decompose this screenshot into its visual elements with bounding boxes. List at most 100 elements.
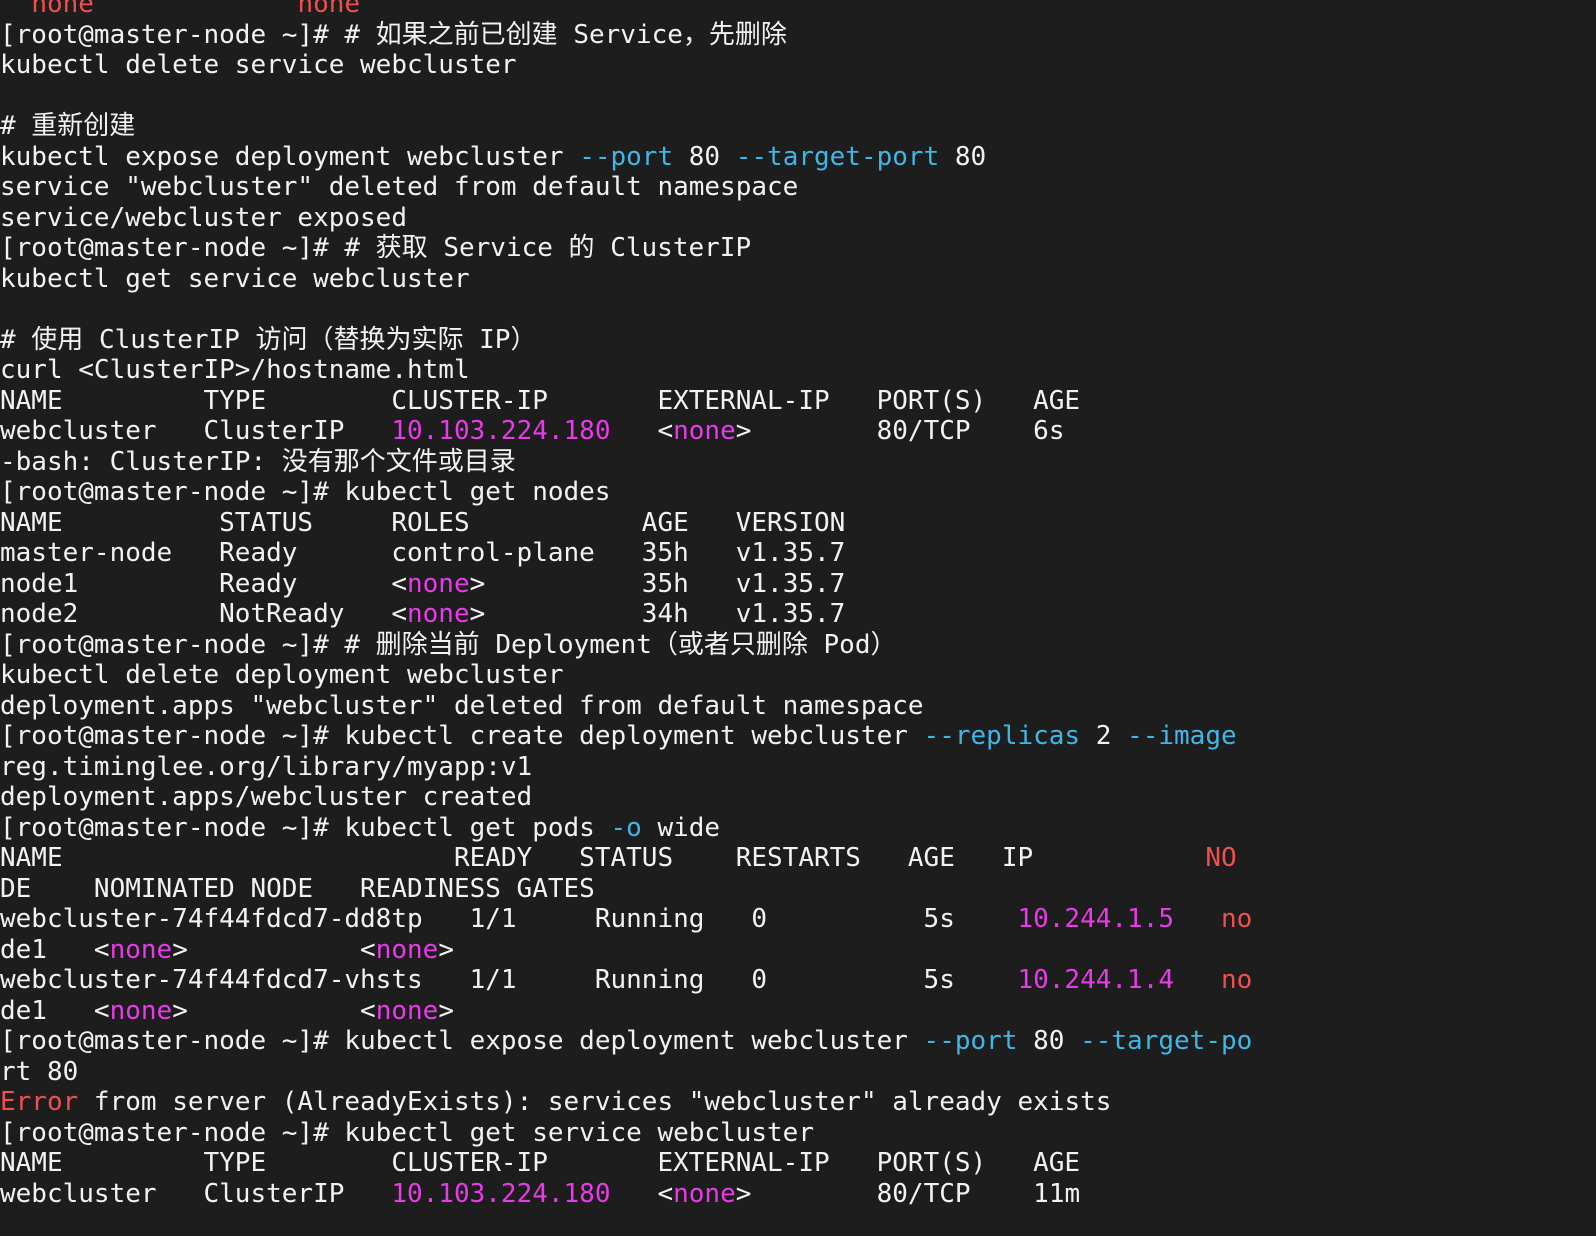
terminal-text: none [407,568,470,599]
terminal-text: < [610,1178,674,1209]
terminal-text: node1 Ready < [0,568,407,599]
terminal-text: --image [1127,721,1237,751]
terminal-line: [root@master-node ~]# kubectl get pods -… [0,813,1596,844]
terminal-line: de1 <none> <none> [0,996,1596,1027]
terminal-output[interactable]: none none [root@master-node ~]# # 如果之前已创建… [0,0,1596,1236]
terminal-text: [root@master-node ~]# kubectl expose dep… [0,1026,924,1056]
terminal-text: webcluster ClusterIP [0,416,392,446]
terminal-text: service/webcluster exposed [0,202,407,233]
terminal-line: [root@master-node ~]# # 获取 Service 的 Clu… [0,233,1596,264]
terminal-text: node2 NotReady < [0,599,407,629]
terminal-text: [root@master-node ~]# # 如果之前已创建 Service，… [0,19,787,50]
terminal-line: webcluster ClusterIP 10.103.224.180 <non… [0,1179,1596,1210]
terminal-line: NAME TYPE CLUSTER-IP EXTERNAL-IP PORT(S)… [0,1148,1596,1179]
terminal-text: --target-po [1080,1026,1253,1056]
terminal-line: curl <ClusterIP>/hostname.html [0,355,1596,386]
terminal-text: kubectl delete deployment webcluster [0,660,564,690]
terminal-text: > [438,934,454,965]
terminal-text: --replicas [923,721,1081,751]
terminal-text: # 使用 ClusterIP 访问（替换为实际 IP） [0,324,537,355]
terminal-text: NO [1205,843,1237,873]
terminal-text: [root@master-node ~]# kubectl get servic… [0,1117,814,1148]
terminal-text: webcluster-74f44fdcd7-vhsts 1/1 Running … [0,965,1018,995]
terminal-text: master-node Ready control-plane 35h v1.3… [0,538,846,568]
terminal-text: none [673,1178,736,1209]
terminal-text: 2 [1080,721,1128,751]
terminal-text: kubectl delete service webcluster [0,50,517,80]
terminal-text: none [297,0,361,19]
terminal-line: ​ [0,294,1596,325]
terminal-text: NAME STATUS ROLES AGE VERSION [0,507,846,538]
terminal-text: 80 [673,141,736,172]
terminal-text: service "webcluster" deleted from defaul… [0,172,799,202]
terminal-line: # 重新创建 [0,111,1596,142]
terminal-line: node1 Ready <none> 35h v1.35.7 [0,569,1596,600]
terminal-text: de1 < [0,995,110,1026]
terminal-text: from server (AlreadyExists): services "w… [78,1087,1112,1117]
terminal-text: none [407,599,470,629]
terminal-line: node2 NotReady <none> 34h v1.35.7 [0,599,1596,630]
terminal-text: > < [172,934,376,965]
terminal-text: 10.103.224.180 [391,416,611,446]
terminal-text: rt 80 [0,1056,79,1087]
terminal-text: DE NOMINATED NODE READINESS GATES [0,873,595,904]
terminal-line: deployment.apps "webcluster" deleted fro… [0,691,1596,722]
terminal-text: [root@master-node ~]# kubectl create dep… [0,721,924,751]
terminal-text: 10.244.1.5 [1017,904,1175,934]
terminal-line: master-node Ready control-plane 35h v1.3… [0,538,1596,569]
terminal-text: NAME TYPE CLUSTER-IP EXTERNAL-IP PORT(S)… [0,385,1081,416]
terminal-text: 10.244.1.4 [1017,965,1175,995]
terminal-text: --port [923,1026,1018,1056]
terminal-text: [root@master-node ~]# kubectl get nodes [0,477,611,507]
terminal-line: service "webcluster" deleted from defaul… [0,172,1596,203]
terminal-line: webcluster-74f44fdcd7-vhsts 1/1 Running … [0,965,1596,996]
terminal-text: > < [172,995,376,1026]
terminal-line: Error from server (AlreadyExists): servi… [0,1087,1596,1118]
terminal-text: kubectl expose deployment webcluster [0,141,580,172]
terminal-line: [root@master-node ~]# # 如果之前已创建 Service，… [0,20,1596,51]
terminal-line: webcluster ClusterIP 10.103.224.180 <non… [0,416,1596,447]
terminal-text: kubectl get service webcluster [0,263,470,294]
terminal-text: < [610,416,674,446]
terminal-text: none [375,934,439,965]
terminal-line: rt 80 [0,1057,1596,1088]
terminal-text: [root@master-node ~]# kubectl get pods [0,812,611,843]
terminal-line: kubectl delete deployment webcluster [0,660,1596,691]
terminal-text: none [109,995,173,1026]
terminal-text: none [31,0,94,19]
terminal-line: ​ [0,81,1596,112]
terminal-text: > 34h v1.35.7 [469,599,846,629]
terminal-text: # 重新创建 [0,111,136,141]
terminal-text: NAME TYPE CLUSTER-IP EXTERNAL-IP PORT(S)… [0,1148,1081,1178]
terminal-text: 80 [1017,1026,1081,1056]
terminal-line: NAME STATUS ROLES AGE VERSION [0,508,1596,539]
terminal-text: [root@master-node ~]# # 删除当前 Deployment（… [0,629,897,660]
terminal-text: no [1220,965,1253,995]
terminal-text: Error [0,1087,79,1117]
terminal-text: 10.103.224.180 [391,1178,611,1209]
terminal-line: -bash: ClusterIP: 没有那个文件或目录 [0,447,1596,478]
terminal-text: > [438,995,454,1026]
terminal-line: reg.timinglee.org/library/myapp:v1 [0,752,1596,783]
terminal-text: deployment.apps/webcluster created [0,782,533,812]
terminal-line: NAME TYPE CLUSTER-IP EXTERNAL-IP PORT(S)… [0,386,1596,417]
terminal-text: -o [610,812,642,843]
terminal-line: NAME READY STATUS RESTARTS AGE IP NO [0,843,1596,874]
terminal-line: de1 <none> <none> [0,935,1596,966]
terminal-line: DE NOMINATED NODE READINESS GATES [0,874,1596,905]
terminal-line: service/webcluster exposed [0,203,1596,234]
terminal-text: > 35h v1.35.7 [469,568,846,599]
terminal-text: > 80/TCP 11m [735,1178,1081,1209]
terminal-line: kubectl get service webcluster [0,264,1596,295]
terminal-text: reg.timinglee.org/library/myapp:v1 [0,751,533,782]
terminal-text: [root@master-node ~]# # 获取 Service 的 Clu… [0,233,752,263]
terminal-text: NAME READY STATUS RESTARTS AGE IP [0,843,1206,873]
terminal-text: webcluster ClusterIP [0,1178,392,1209]
terminal-line: [root@master-node ~]# # 删除当前 Deployment（… [0,630,1596,661]
terminal-line: [root@master-node ~]# kubectl get servic… [0,1118,1596,1149]
terminal-line: kubectl expose deployment webcluster --p… [0,142,1596,173]
